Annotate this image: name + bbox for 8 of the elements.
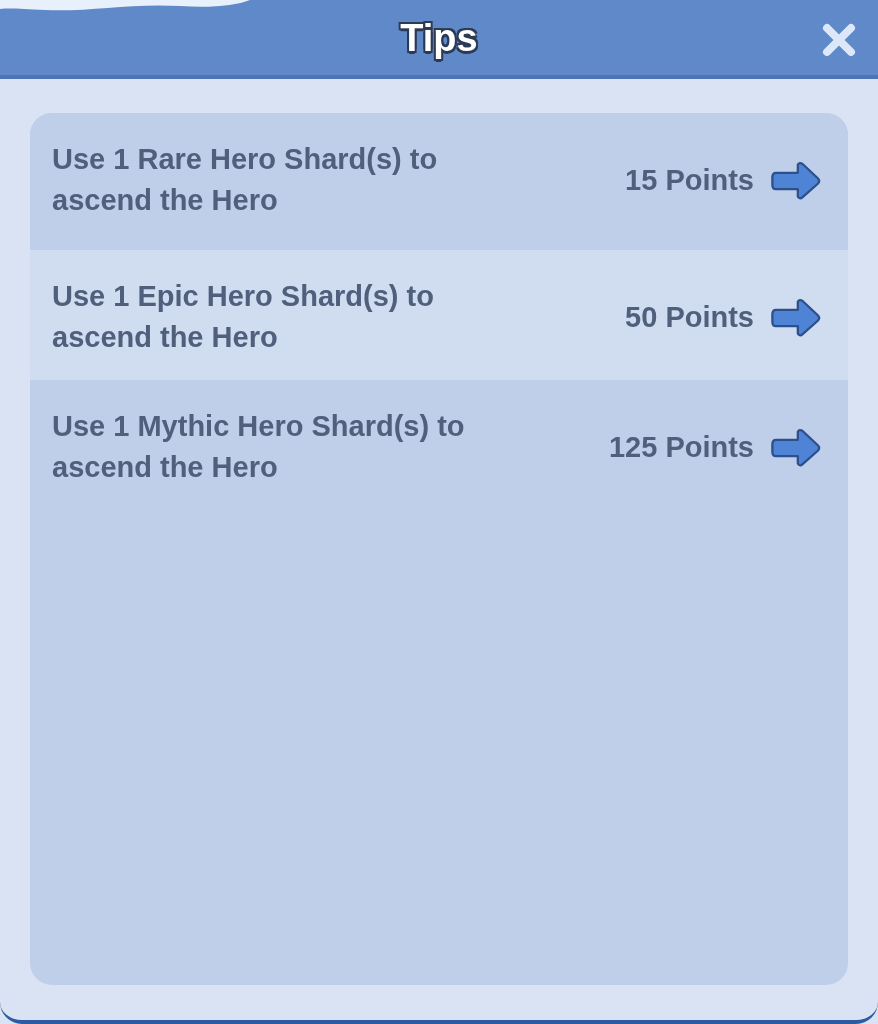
tip-text: Use 1 Rare Hero Shard(s) to ascend the Hero xyxy=(52,142,439,218)
tip-text: Use 1 Epic Hero Shard(s) to ascend the Hero xyxy=(52,279,435,355)
points-value: 15 Points xyxy=(625,163,754,198)
window-title: Tips xyxy=(400,18,478,57)
points-value: 50 Points xyxy=(625,300,754,335)
close-icon xyxy=(821,22,857,58)
points-value: 125 Points xyxy=(608,430,754,465)
tip-text: Use 1 Mythic Hero Shard(s) to ascend the Hero xyxy=(52,409,466,485)
